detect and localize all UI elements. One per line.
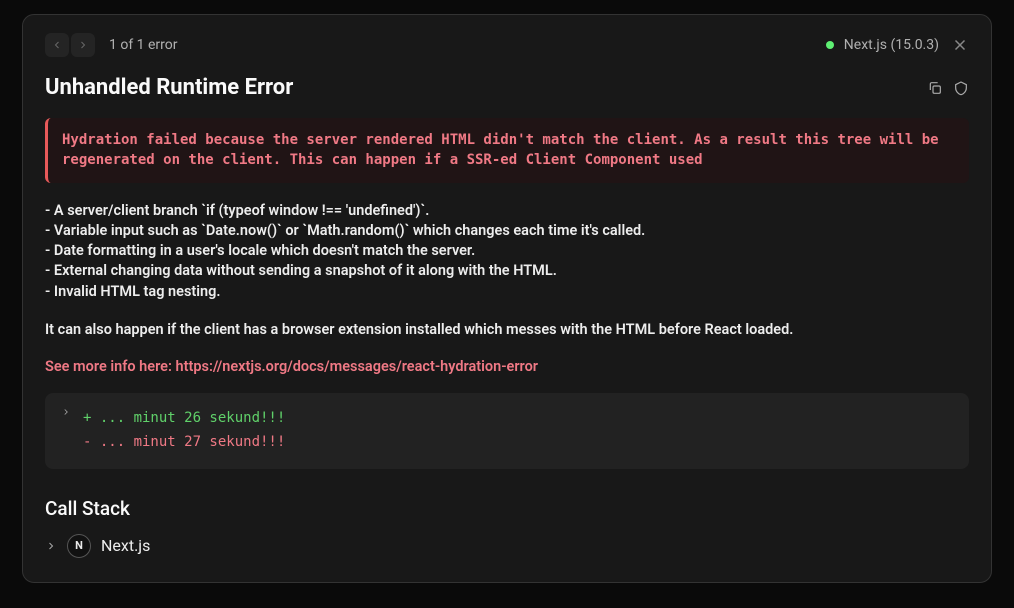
- shield-icon: [953, 80, 969, 96]
- chevron-right-icon: [61, 407, 71, 417]
- framework-version-label: Next.js (15.0.3): [844, 37, 939, 53]
- next-error-button[interactable]: [71, 33, 95, 57]
- close-button[interactable]: [951, 36, 969, 54]
- status-indicator-icon: [826, 41, 834, 49]
- chevron-right-icon: [77, 39, 89, 51]
- diff-removed-text: - ... minut 27 sekund!!!: [83, 431, 285, 455]
- cause-item: - A server/client branch `if (typeof win…: [45, 201, 969, 221]
- diff-expand-toggle[interactable]: [61, 407, 73, 417]
- callstack-framework-name: Next.js: [101, 536, 150, 555]
- error-message-box: Hydration failed because the server rend…: [45, 118, 969, 183]
- error-title: Unhandled Runtime Error: [45, 75, 293, 100]
- topbar-left: 1 of 1 error: [45, 33, 178, 57]
- prev-error-button[interactable]: [45, 33, 69, 57]
- error-nav-buttons: [45, 33, 95, 57]
- title-row: Unhandled Runtime Error: [45, 75, 969, 100]
- close-icon: [951, 36, 969, 54]
- cause-item: - Invalid HTML tag nesting.: [45, 282, 969, 302]
- overlay-topbar: 1 of 1 error Next.js (15.0.3): [45, 33, 969, 57]
- diff-added-line: + ... minut 26 sekund!!!: [61, 407, 953, 431]
- diff-removed-line: - ... minut 27 sekund!!!: [61, 431, 953, 455]
- extension-note: It can also happen if the client has a b…: [45, 320, 969, 340]
- copy-icon: [927, 80, 943, 96]
- cause-item: - Variable input such as `Date.now()` or…: [45, 221, 969, 241]
- preferences-button[interactable]: [953, 80, 969, 96]
- title-actions: [927, 80, 969, 96]
- error-causes-list: - A server/client branch `if (typeof win…: [45, 201, 969, 302]
- hydration-diff-block: + ... minut 26 sekund!!! - ... minut 27 …: [45, 393, 969, 469]
- docs-link[interactable]: See more info here: https://nextjs.org/d…: [45, 358, 969, 375]
- error-message-text: Hydration failed because the server rend…: [62, 130, 955, 171]
- nextjs-logo-icon: N: [67, 534, 91, 558]
- cause-item: - Date formatting in a user's locale whi…: [45, 241, 969, 261]
- callstack-entry[interactable]: N Next.js: [45, 534, 969, 558]
- callstack-title: Call Stack: [45, 497, 969, 520]
- diff-added-text: + ... minut 26 sekund!!!: [83, 407, 285, 431]
- cause-item: - External changing data without sending…: [45, 261, 969, 281]
- copy-button[interactable]: [927, 80, 943, 96]
- error-overlay-panel: 1 of 1 error Next.js (15.0.3) Unhandled …: [22, 14, 992, 583]
- topbar-right: Next.js (15.0.3): [826, 36, 969, 54]
- error-count-label: 1 of 1 error: [109, 37, 178, 53]
- chevron-right-icon: [45, 540, 57, 552]
- chevron-left-icon: [51, 39, 63, 51]
